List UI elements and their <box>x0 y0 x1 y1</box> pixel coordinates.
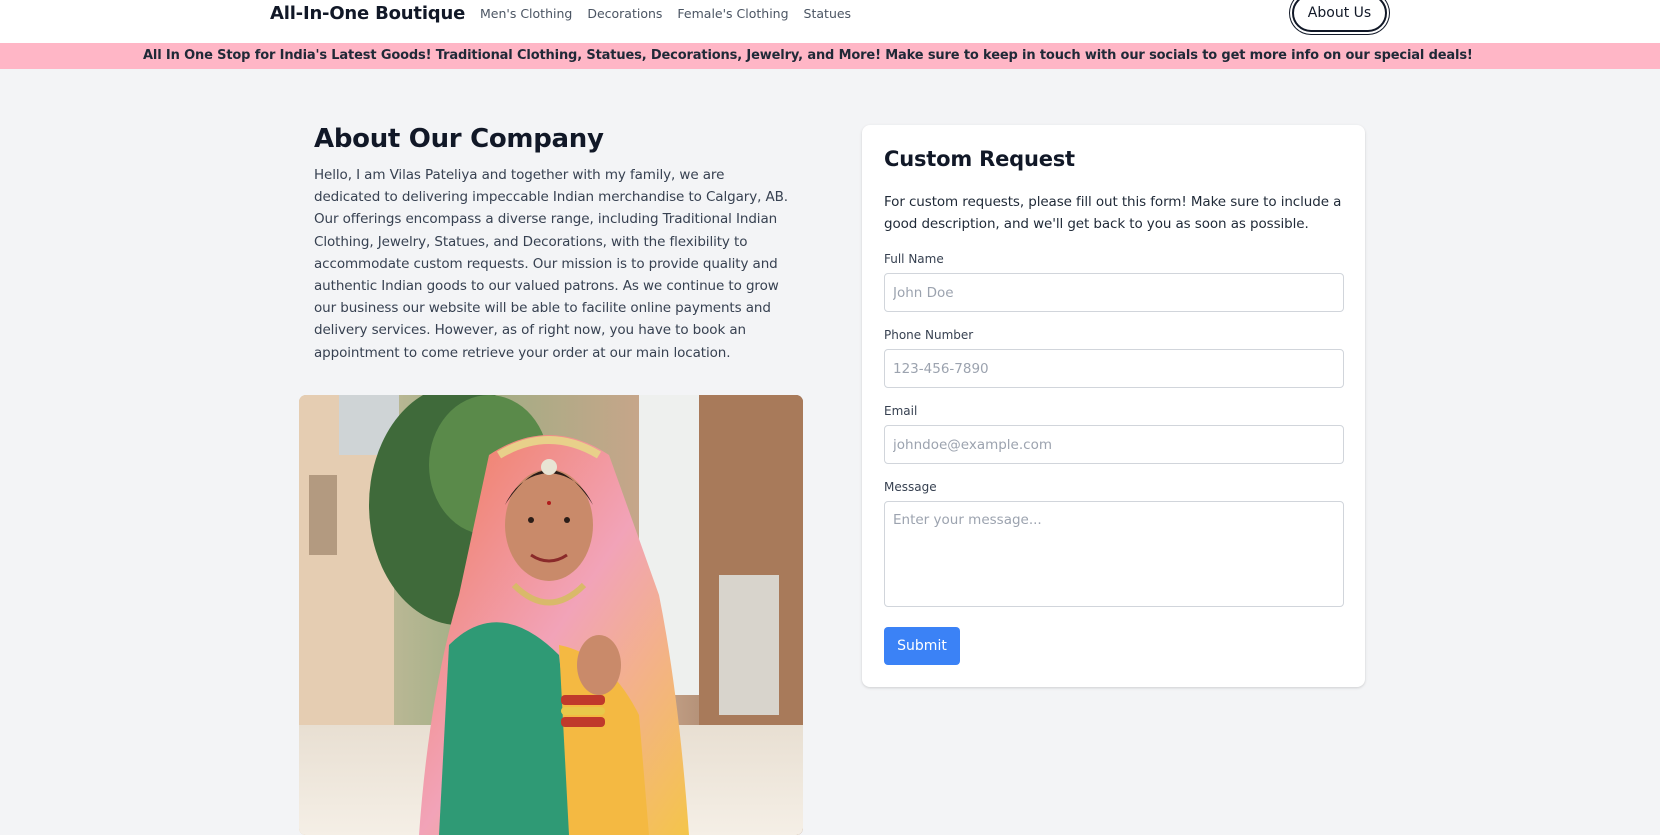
about-title: About Our Company <box>314 124 604 154</box>
about-section: About Our Company Hello, I am Vilas Pate… <box>314 124 789 364</box>
custom-request-card: Custom Request For custom requests, plea… <box>862 125 1365 687</box>
nav-link-statues[interactable]: Statues <box>804 6 852 21</box>
brand-logo-text[interactable]: All-In-One Boutique <box>270 3 465 24</box>
nav-link-mens-clothing[interactable]: Men's Clothing <box>480 6 572 21</box>
about-photo <box>299 395 803 835</box>
top-navbar: All-In-One Boutique Men's Clothing Decor… <box>0 0 1660 43</box>
form-description: For custom requests, please fill out thi… <box>884 194 1342 232</box>
nav-links: Men's Clothing Decorations Female's Clot… <box>480 6 866 21</box>
phone-number-label: Phone Number <box>884 328 974 342</box>
about-us-button[interactable]: About Us <box>1292 0 1387 32</box>
phone-number-input[interactable] <box>884 349 1344 388</box>
submit-button[interactable]: Submit <box>884 627 960 665</box>
nav-link-females-clothing[interactable]: Female's Clothing <box>677 6 788 21</box>
nav-link-decorations[interactable]: Decorations <box>587 6 662 21</box>
full-name-input[interactable] <box>884 273 1344 312</box>
message-textarea[interactable] <box>884 501 1344 607</box>
promo-banner: All In One Stop for India's Latest Goods… <box>0 43 1660 69</box>
promo-banner-text: All In One Stop for India's Latest Goods… <box>143 48 1473 63</box>
form-title: Custom Request <box>884 147 1075 171</box>
woman-photo-illustration <box>299 395 803 835</box>
message-label: Message <box>884 480 937 494</box>
email-input[interactable] <box>884 425 1344 464</box>
about-body: Hello, I am Vilas Pateliya and together … <box>314 167 788 361</box>
email-label: Email <box>884 404 918 418</box>
full-name-label: Full Name <box>884 252 944 266</box>
